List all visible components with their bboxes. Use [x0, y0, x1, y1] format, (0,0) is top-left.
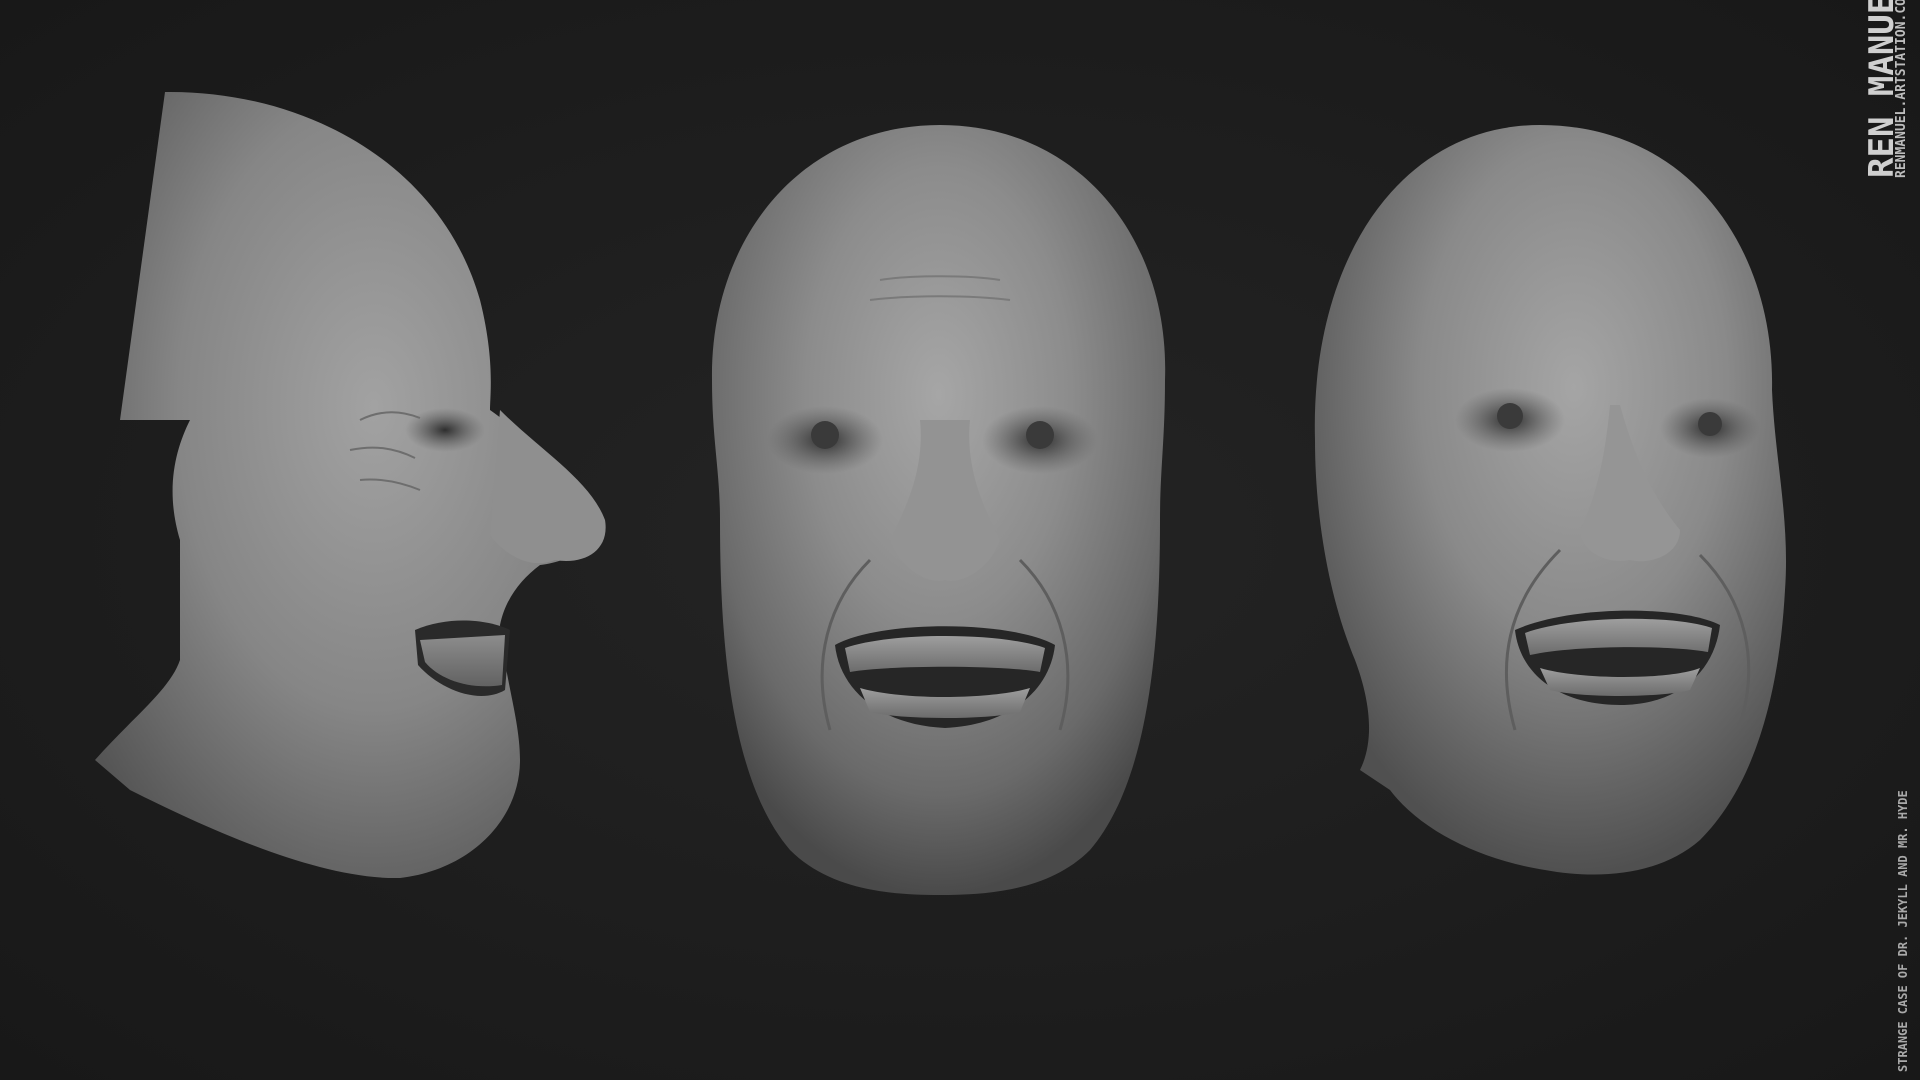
project-title: Strange case of Dr. Jekyll and Mr. Hyde	[1896, 790, 1910, 1072]
artist-website: RENMANUEL.ARTSTATION.COM	[1894, 0, 1909, 178]
head-side-view	[95, 91, 606, 879]
head-three-quarter-view	[1314, 125, 1787, 875]
artwork-canvas: Ren Manuel RENMANUEL.ARTSTATION.COM Stra…	[0, 0, 1920, 1080]
sculpt-render	[95, 91, 1787, 895]
head-front-view	[711, 125, 1166, 895]
